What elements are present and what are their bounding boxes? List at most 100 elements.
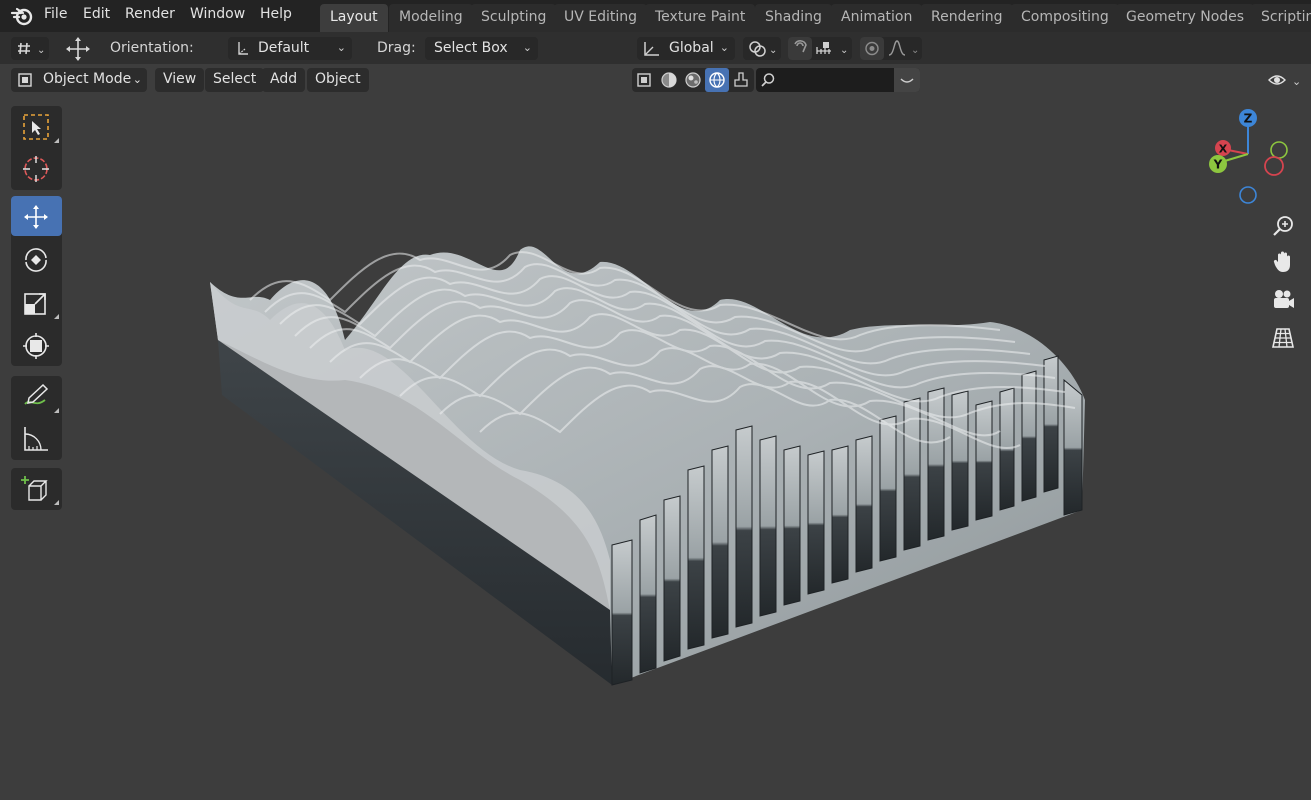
tab-geometry-nodes[interactable]: Geometry Nodes — [1116, 4, 1255, 32]
tool-variants-corner-icon — [54, 314, 59, 319]
transform-tools-group — [11, 196, 62, 366]
tab-rendering[interactable]: Rendering — [921, 4, 1013, 32]
tab-compositing[interactable]: Compositing — [1011, 4, 1119, 32]
camera-icon — [1274, 290, 1294, 308]
pivot-link-icon: ⌄ — [749, 41, 777, 57]
blender-logo-icon[interactable] — [10, 4, 34, 28]
chevron-down-icon: ⌄ — [522, 41, 532, 54]
measure-tool[interactable] — [11, 418, 62, 458]
menu-file[interactable]: File — [44, 6, 67, 22]
chevron-down-icon: ⌄ — [719, 41, 729, 54]
rotate-icon — [25, 248, 47, 272]
gizmo-neg-y-handle[interactable] — [1270, 141, 1288, 159]
search-input[interactable] — [756, 68, 920, 92]
svg-text:⌄: ⌄ — [911, 45, 919, 56]
select-box-tool[interactable] — [11, 106, 62, 146]
xray-icon — [637, 73, 651, 87]
add-cube-tool[interactable] — [11, 468, 62, 508]
tab-scripting[interactable]: Scripting — [1251, 4, 1311, 32]
tab-shading[interactable]: Shading — [755, 4, 832, 32]
menu-view[interactable]: View — [155, 68, 205, 92]
grid-icon — [1272, 328, 1294, 348]
tool-header: ⌄ Orientation: Default ⌄ Drag: Select Bo… — [0, 32, 1311, 64]
menu-render[interactable]: Render — [125, 6, 175, 22]
gizmo-z-label: Z — [1244, 112, 1253, 126]
shading-mode-group — [632, 68, 754, 92]
visibility-dropdown[interactable]: ⌄ — [1266, 68, 1304, 92]
rotate-tool[interactable] — [11, 239, 62, 279]
global-axes-icon — [644, 42, 659, 56]
mode-dropdown[interactable]: Object Mode ⌄ — [11, 68, 147, 92]
shading-wireframe[interactable] — [657, 68, 681, 92]
menu-add[interactable]: Add — [262, 68, 306, 92]
gizmo-y-handle[interactable]: Y — [1209, 155, 1227, 173]
transform-icon — [23, 333, 49, 359]
svg-text:⌄: ⌄ — [840, 45, 848, 56]
annotation-tools-group — [11, 376, 62, 460]
snap-magnet-icon[interactable] — [788, 37, 812, 60]
transform-tool[interactable] — [11, 325, 62, 365]
menu-object[interactable]: Object — [307, 68, 369, 92]
shading-material-preview[interactable] — [705, 68, 729, 92]
wave-sculpture-model[interactable] — [210, 246, 1085, 686]
viewport-3d-scene[interactable] — [0, 94, 1311, 800]
tab-sculpting[interactable]: Sculpting — [471, 4, 557, 32]
menu-help[interactable]: Help — [260, 6, 292, 22]
gizmo-x-label: X — [1219, 143, 1228, 156]
orientation-icon — [238, 42, 248, 55]
chevron-down-icon — [900, 78, 914, 83]
shading-rendered[interactable] — [729, 68, 753, 92]
orientation-dropdown[interactable]: Default ⌄ — [228, 37, 352, 60]
ortho-toggle-button[interactable] — [1267, 322, 1299, 354]
scale-icon — [24, 293, 46, 315]
search-options-button[interactable] — [894, 68, 920, 92]
overlay-brush-icon — [734, 72, 748, 87]
mode-label: Object Mode — [43, 71, 132, 87]
snap-increment-icon[interactable]: ⌄ — [814, 37, 852, 60]
orientation-label: Orientation: — [110, 40, 194, 56]
select-box-icon — [23, 114, 49, 140]
pan-button[interactable] — [1267, 246, 1299, 278]
camera-view-button[interactable] — [1267, 284, 1299, 316]
hand-icon — [1273, 251, 1290, 272]
drag-dropdown[interactable]: Select Box ⌄ — [425, 37, 538, 60]
pivot-point-dropdown[interactable]: ⌄ — [743, 37, 781, 60]
zoom-button[interactable] — [1267, 210, 1299, 242]
transform-orientation-dropdown[interactable]: Global ⌄ — [637, 37, 735, 60]
cursor-icon — [23, 156, 49, 182]
scale-tool[interactable] — [11, 282, 62, 322]
menu-select[interactable]: Select — [205, 68, 265, 92]
selection-tools-group — [11, 106, 62, 190]
move-tool[interactable] — [11, 196, 62, 236]
svg-text:⌄: ⌄ — [1292, 75, 1301, 88]
tab-modeling[interactable]: Modeling — [389, 4, 473, 32]
navigation-gizmo[interactable]: Z X Y — [1200, 106, 1300, 210]
annotate-tool[interactable] — [11, 376, 62, 416]
tab-uv-editing[interactable]: UV Editing — [554, 4, 648, 32]
measure-ruler-icon — [24, 427, 48, 451]
proportional-editing-icon[interactable] — [860, 37, 884, 60]
viewport-header: Object Mode ⌄ View Select Add Object ⌄ — [0, 64, 1311, 94]
tab-layout[interactable]: Layout — [320, 4, 388, 32]
xray-toggle[interactable] — [632, 68, 656, 92]
move-icon — [24, 205, 48, 229]
gizmo-neg-z-handle[interactable] — [1239, 186, 1257, 204]
menu-edit[interactable]: Edit — [83, 6, 110, 22]
menu-window[interactable]: Window — [190, 6, 245, 22]
eye-icon: ⌄ — [1268, 75, 1301, 88]
shading-solid[interactable] — [681, 68, 705, 92]
gizmo-z-handle[interactable]: Z — [1239, 109, 1257, 127]
drag-value: Select Box — [434, 40, 508, 56]
cursor-tool[interactable] — [11, 148, 62, 188]
gizmo-neg-x-handle[interactable] — [1264, 156, 1284, 176]
tab-texture-paint[interactable]: Texture Paint — [645, 4, 756, 32]
zoom-icon — [1273, 216, 1293, 236]
gizmo-x-handle[interactable]: X — [1215, 140, 1231, 156]
tool-settings-dropdown[interactable]: ⌄ — [11, 37, 49, 60]
tab-animation[interactable]: Animation — [831, 4, 923, 32]
svg-text:⌄: ⌄ — [769, 45, 777, 56]
chevron-down-icon: ⌄ — [132, 73, 142, 86]
chevron-down-icon: ⌄ — [336, 41, 346, 54]
falloff-curve-icon[interactable]: ⌄ — [886, 37, 922, 60]
svg-text:⌄: ⌄ — [37, 45, 45, 56]
